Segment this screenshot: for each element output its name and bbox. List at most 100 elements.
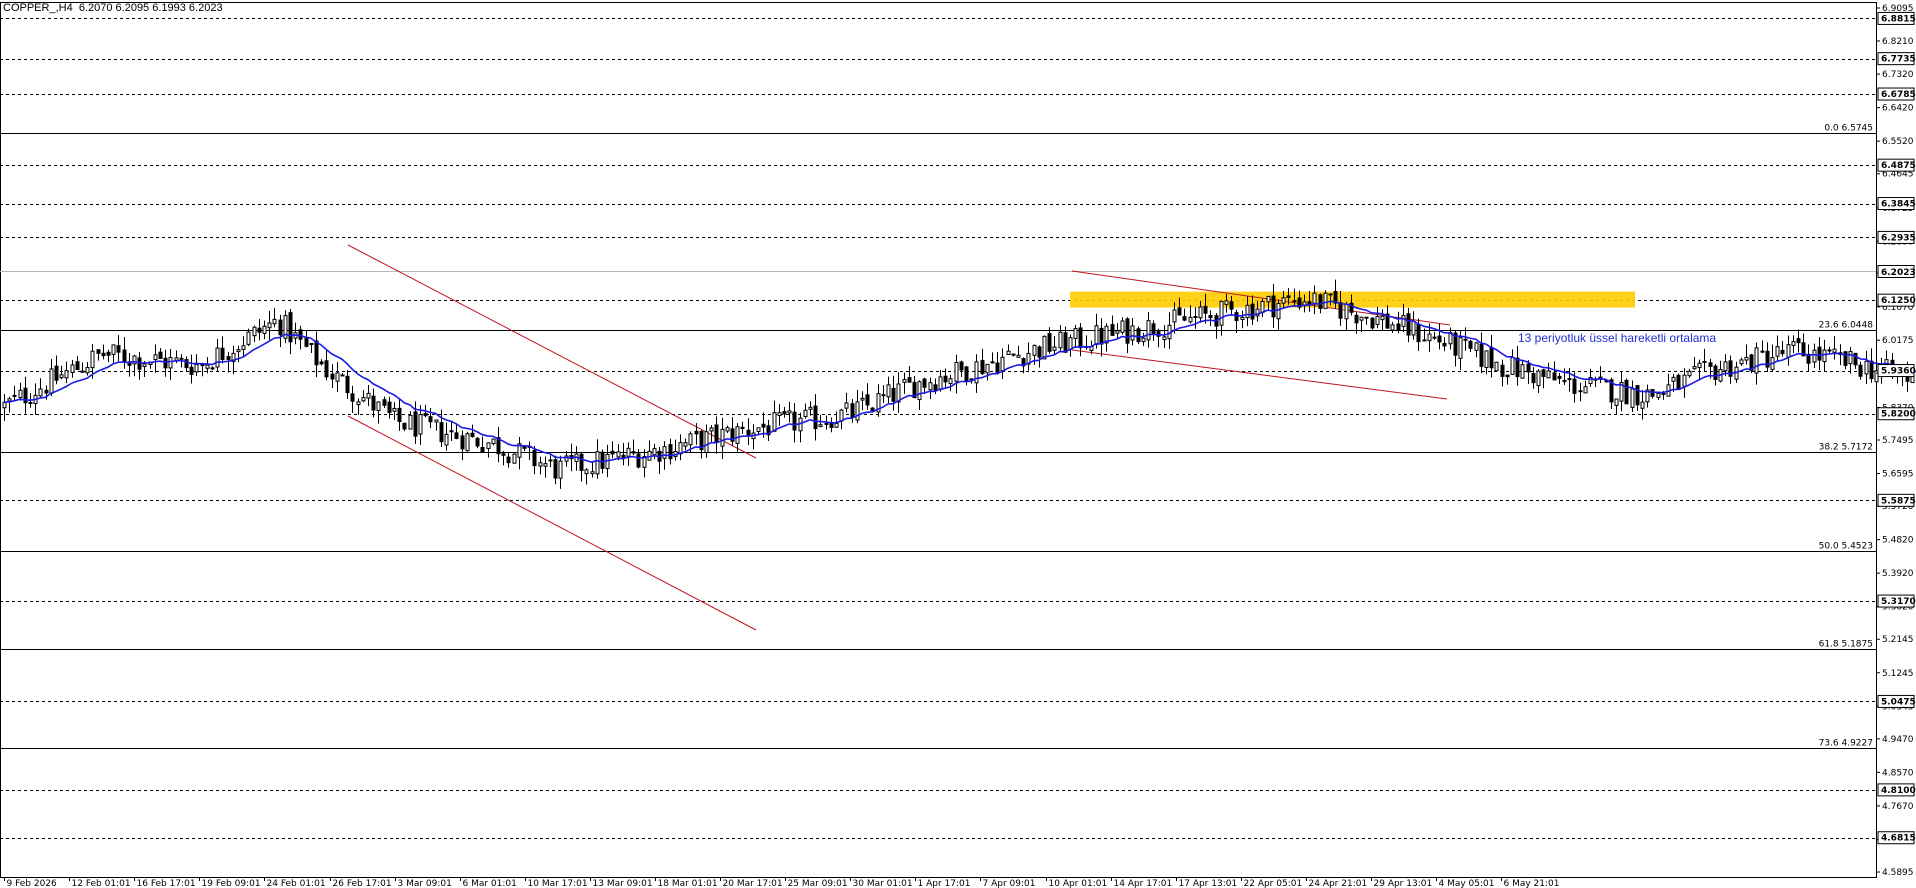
candle-body [512,453,517,464]
candle-body [1500,364,1505,377]
candle-body [662,446,667,459]
candle-body [1078,327,1083,349]
candle-body [1052,346,1057,351]
candle-body [1146,320,1151,341]
candle-body [1458,337,1463,359]
candle-body [928,382,933,391]
time-tick-label: 3 Mar 09:01 [398,879,452,888]
candle-body [1318,294,1323,309]
candle-body [1016,354,1021,358]
candle-body [1572,378,1577,394]
level-tag-label: 4.8100 [1881,786,1916,796]
candle-body [28,402,33,405]
candle-body [1541,369,1546,377]
candle-body [205,364,210,369]
candle-body [870,407,875,411]
candle-body [1006,350,1011,355]
candle-body [1692,366,1697,370]
candle-body [584,469,589,475]
candle-body [153,354,158,361]
candle-body [1224,300,1229,305]
candle-body [725,427,730,432]
candle-body [226,356,231,361]
candle-body [1058,331,1063,349]
price-tick-label: 5.4820 [1882,536,1914,546]
candle-body [1822,349,1827,363]
candle-body [12,394,17,397]
time-tick-label: 16 Feb 17:01 [137,879,196,888]
channel-line [1071,349,1448,400]
candle-body [1702,360,1707,363]
candle-body [1047,332,1052,352]
candle-body [59,374,64,379]
candle-body [335,372,340,382]
candle-body [330,373,335,380]
candle-body [309,342,314,345]
candle-body [881,394,886,397]
candle-body [397,407,402,422]
candle-body [168,357,173,369]
price-tick-label: 5.6595 [1882,470,1914,480]
candle-body [366,392,371,399]
time-tick-label: 22 Apr 05:01 [1244,879,1303,888]
candle-body [174,357,179,361]
candle-body [1687,370,1692,377]
ema-annotation: 13 periyotluk üssel hareketli ortalama [1518,331,1716,345]
candle-body [1557,375,1562,379]
level-tag-label: 5.9360 [1881,367,1916,377]
candle-body [272,318,277,325]
candle-body [980,359,985,375]
candle-body [1494,361,1499,372]
level-tag-label: 6.7735 [1881,55,1916,65]
candle-body [1198,306,1203,319]
candle-body [1510,357,1515,375]
candle-body [1484,350,1489,369]
candle-body [1281,297,1286,304]
candle-body [1042,335,1047,360]
level-tag-label: 4.6815 [1881,834,1916,844]
candle-body [18,389,23,399]
candle-body [1843,351,1848,366]
candle-body [704,431,709,453]
candle-body [85,366,90,374]
candle-body [1099,327,1104,345]
level-tag-label: 6.3845 [1881,200,1916,210]
candle-body [1229,301,1234,310]
candle-body [1276,302,1281,320]
candle-body [761,423,766,428]
candle-body [44,389,49,394]
candle-body [1864,360,1869,375]
price-tick-label: 5.7495 [1882,436,1914,446]
candle-body [1562,379,1567,383]
candle-body [1437,335,1442,343]
candle-body [1323,292,1328,309]
time-tick-label: 10 Mar 17:01 [528,879,588,888]
candle-body [1489,346,1494,369]
candle-body [839,409,844,422]
candle-body [1011,353,1016,356]
candle-body [1552,372,1557,381]
candle-body [600,451,605,469]
candle-body [1266,295,1271,303]
fib-label: 38.2 5.7172 [1819,443,1873,453]
time-tick-label: 7 Apr 09:01 [983,879,1036,888]
fibonacci-levels: 0.0 6.5745 23.6 6.0448 38.2 5.7172 50.0 5.4… [0,124,1876,749]
candle-body [1354,314,1359,324]
level-tag-label: 6.2935 [1881,233,1916,243]
candle-body [106,351,111,356]
candle-body [1245,304,1250,319]
candle-body [595,451,600,475]
candle-body [439,422,444,443]
candle-body [64,370,69,379]
candle-body [1614,398,1619,406]
price-chart[interactable]: 0.0 6.5745 23.6 6.0448 38.2 5.7172 50.0 5.4… [0,0,1916,888]
candle-body [1120,320,1125,333]
candle-body [1775,346,1780,357]
candle-body [1827,349,1832,352]
candle-body [1125,318,1130,344]
price-tick-label: 4.8570 [1882,768,1914,778]
candle-body [631,451,636,454]
candle-body [413,411,418,437]
candle-body [948,378,953,385]
candle-body [668,444,673,460]
